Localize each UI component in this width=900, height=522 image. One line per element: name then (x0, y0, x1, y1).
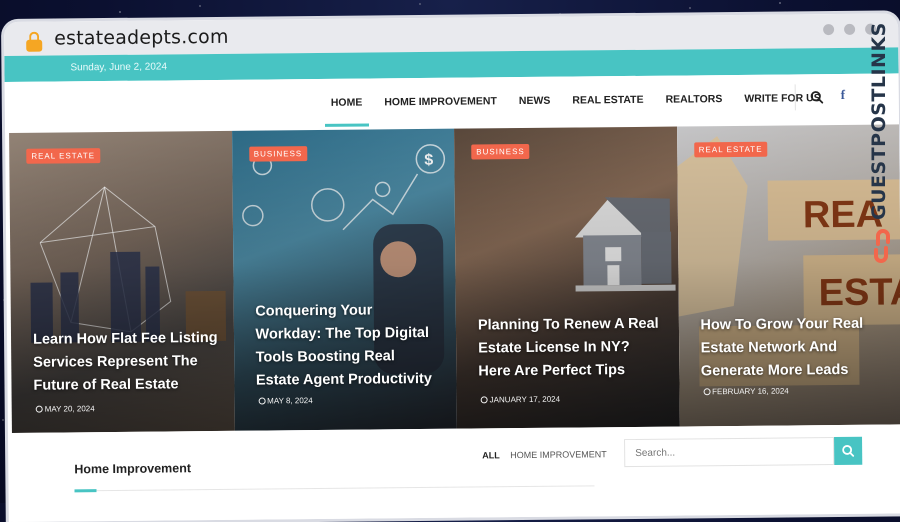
category-badge[interactable]: REAL ESTATE (693, 141, 768, 158)
search-icon (842, 445, 855, 457)
search-button[interactable] (834, 436, 863, 466)
category-badge[interactable]: BUSINESS (248, 146, 308, 162)
clock-icon (703, 388, 711, 396)
post-title[interactable]: How To Grow Your Real Estate Network And… (700, 313, 886, 384)
nav-realtors[interactable]: REALTORS (665, 93, 722, 106)
featured-post-card[interactable]: BUSINESS Planning To Renew A Real Estate… (454, 126, 680, 429)
lock-icon (26, 31, 43, 52)
clock-icon (35, 405, 43, 413)
section-accent-bar (74, 489, 97, 493)
section-title: Home Improvement (74, 461, 192, 477)
nav-divider (794, 84, 796, 111)
window-dot-icon[interactable] (823, 24, 835, 36)
featured-posts: REAL ESTATE Learn How Flat Fee Listing S… (9, 124, 900, 433)
filter-home-improvement[interactable]: HOME IMPROVEMENT (510, 449, 607, 460)
post-date: MAY 8, 2024 (258, 396, 313, 406)
facebook-icon[interactable]: f (841, 87, 845, 103)
guestpostlinks-watermark: GUESTPOSTLINKS (868, 22, 898, 270)
section-filters: ALL HOME IMPROVEMENT (482, 449, 607, 460)
nav-news[interactable]: NEWS (519, 95, 551, 107)
window-dot-icon[interactable] (844, 23, 856, 35)
section-divider (74, 485, 595, 492)
nav-home[interactable]: HOME (331, 97, 363, 109)
search-input[interactable] (625, 438, 836, 467)
featured-post-card[interactable]: $ BUSINESS Conquering Your Workday: The … (231, 128, 457, 431)
main-navigation: HOME HOME IMPROVEMENT NEWS REAL ESTATE R… (4, 73, 900, 132)
clock-icon (258, 397, 266, 405)
post-title[interactable]: Conquering Your Workday: The Top Digital… (255, 299, 441, 393)
clock-icon (480, 396, 488, 404)
browser-window: estateadepts.com Sunday, June 2, 2024 HO… (4, 13, 900, 522)
url-bar[interactable]: estateadepts.com (54, 26, 229, 50)
featured-post-card[interactable]: REAL ESTATE Learn How Flat Fee Listing S… (9, 130, 235, 433)
category-badge[interactable]: BUSINESS (471, 143, 530, 160)
current-date: Sunday, June 2, 2024 (70, 61, 168, 74)
post-date: FEBRUARY 16, 2024 (703, 386, 789, 396)
category-badge[interactable]: REAL ESTATE (26, 148, 101, 164)
home-improvement-section: Home Improvement ALL HOME IMPROVEMENT (11, 424, 900, 522)
chain-link-icon (874, 229, 890, 263)
sidebar-search-field (624, 437, 836, 468)
post-date: JANUARY 17, 2024 (480, 395, 560, 405)
featured-post-card[interactable]: REA ESTA REAL ESTATE How To Grow Your Re… (676, 124, 900, 427)
search-icon[interactable] (810, 90, 824, 104)
filter-all[interactable]: ALL (482, 450, 500, 460)
post-title[interactable]: Learn How Flat Fee Listing Services Repr… (33, 327, 219, 398)
post-title[interactable]: Planning To Renew A Real Estate License … (478, 313, 664, 384)
post-date: MAY 20, 2024 (35, 404, 95, 414)
nav-home-improvement[interactable]: HOME IMPROVEMENT (384, 95, 497, 108)
watermark-text: GUESTPOSTLINKS (868, 22, 890, 220)
nav-real-estate[interactable]: REAL ESTATE (572, 94, 643, 107)
